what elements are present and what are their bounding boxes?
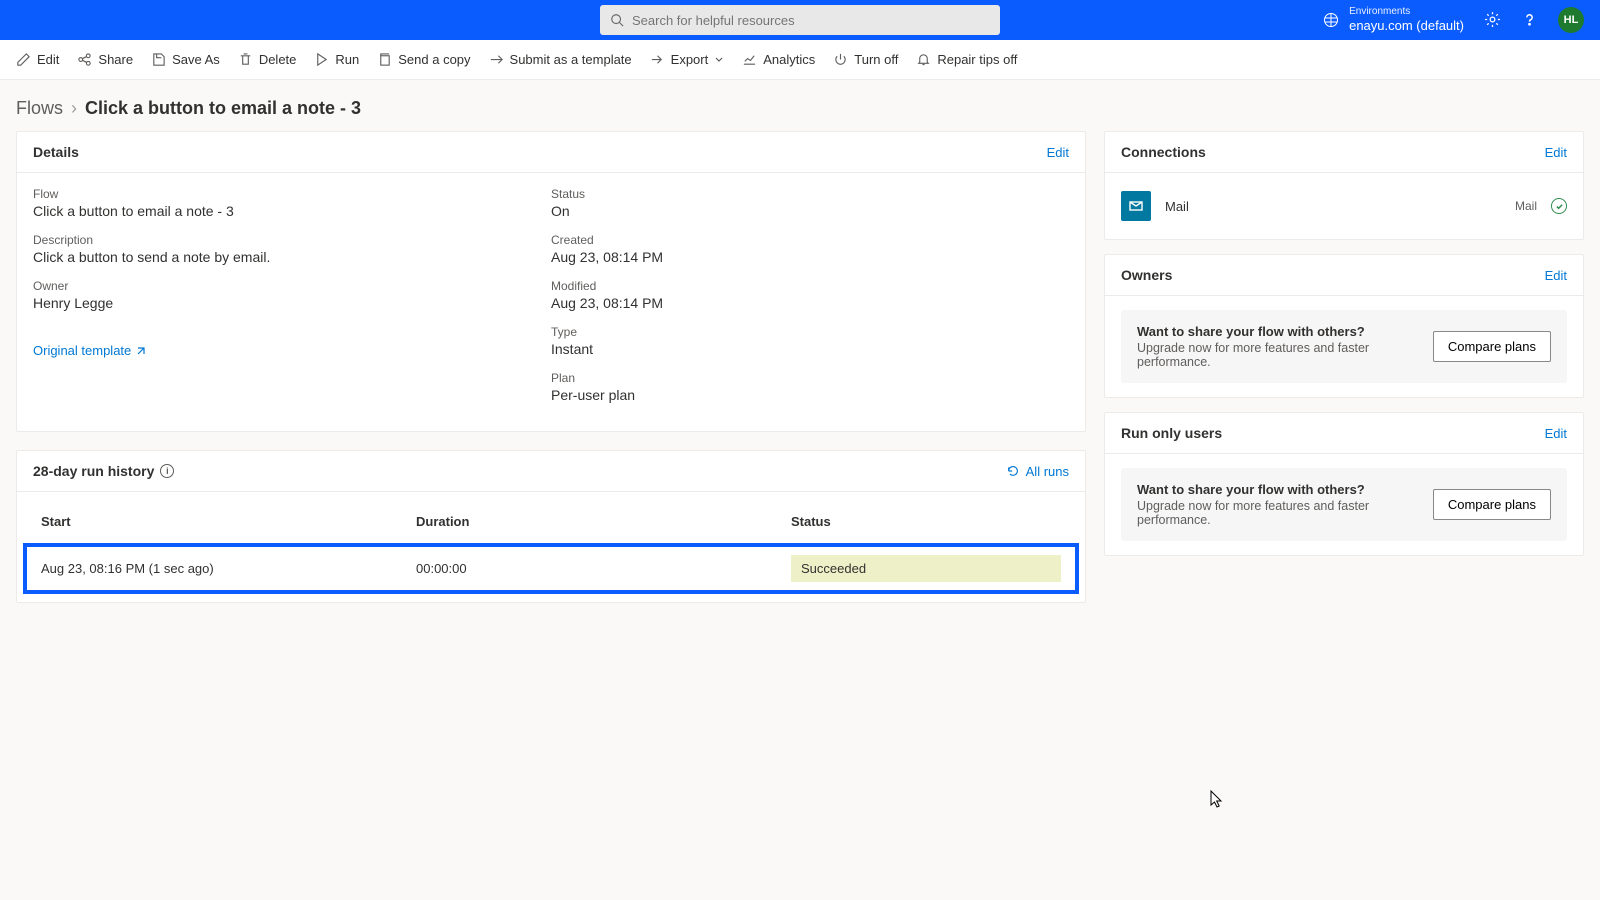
help-icon[interactable] — [1521, 11, 1538, 28]
submit-icon — [489, 52, 504, 67]
created-value: Aug 23, 08:14 PM — [551, 249, 1069, 265]
export-button[interactable]: Export — [650, 52, 725, 67]
run-only-promo: Want to share your flow with others? Upg… — [1121, 468, 1567, 541]
owners-promo: Want to share your flow with others? Upg… — [1121, 310, 1567, 383]
copy-icon — [377, 52, 392, 67]
delete-button[interactable]: Delete — [238, 52, 297, 67]
owners-edit-link[interactable]: Edit — [1545, 268, 1567, 283]
info-icon[interactable]: i — [160, 464, 174, 478]
run-history-title: 28-day run history i — [33, 463, 174, 479]
top-app-bar: Environments enayu.com (default) HL — [0, 0, 1600, 40]
chevron-down-icon — [714, 55, 724, 65]
original-template-link[interactable]: Original template — [33, 343, 147, 358]
edit-button[interactable]: Edit — [16, 52, 59, 67]
plan-label: Plan — [551, 371, 1069, 385]
share-icon — [77, 52, 92, 67]
environment-picker[interactable]: Environments enayu.com (default) — [1323, 5, 1464, 35]
run-status-succeeded: Succeeded — [791, 555, 1061, 582]
save-icon — [151, 52, 166, 67]
breadcrumb-root[interactable]: Flows — [16, 98, 63, 119]
connection-name: Mail — [1165, 199, 1501, 214]
chart-icon — [742, 52, 757, 67]
connections-edit-link[interactable]: Edit — [1545, 145, 1567, 160]
share-button[interactable]: Share — [77, 52, 133, 67]
details-card: Details Edit Flow Click a button to emai… — [16, 131, 1086, 432]
export-icon — [650, 52, 665, 67]
status-label: Status — [551, 187, 1069, 201]
status-ok-icon — [1551, 198, 1567, 214]
user-avatar[interactable]: HL — [1558, 7, 1584, 33]
search-icon — [610, 13, 624, 27]
col-start-header: Start — [41, 514, 416, 529]
plan-value: Per-user plan — [551, 387, 1069, 403]
owners-title: Owners — [1121, 267, 1172, 283]
owners-promo-title: Want to share your flow with others? — [1137, 324, 1417, 339]
run-only-compare-plans-button[interactable]: Compare plans — [1433, 489, 1551, 520]
turn-off-button[interactable]: Turn off — [833, 52, 898, 67]
col-duration-header: Duration — [416, 514, 791, 529]
run-duration-value: 00:00:00 — [416, 561, 791, 576]
search-box[interactable] — [600, 5, 1000, 35]
run-only-promo-title: Want to share your flow with others? — [1137, 482, 1417, 497]
breadcrumb-current: Click a button to email a note - 3 — [85, 98, 361, 119]
mouse-cursor-icon — [1210, 790, 1226, 810]
owners-promo-desc: Upgrade now for more features and faster… — [1137, 341, 1417, 369]
owners-compare-plans-button[interactable]: Compare plans — [1433, 331, 1551, 362]
command-bar: Edit Share Save As Delete Run Send a cop… — [0, 40, 1600, 80]
refresh-icon — [1006, 464, 1020, 478]
run-history-card: 28-day run history i All runs Start Dura… — [16, 450, 1086, 603]
play-icon — [314, 52, 329, 67]
submit-template-button[interactable]: Submit as a template — [489, 52, 632, 67]
description-label: Description — [33, 233, 551, 247]
run-history-columns: Start Duration Status — [17, 492, 1085, 539]
run-only-promo-desc: Upgrade now for more features and faster… — [1137, 499, 1417, 527]
power-icon — [833, 52, 848, 67]
all-runs-link[interactable]: All runs — [1006, 464, 1069, 479]
search-input[interactable] — [632, 13, 990, 28]
type-value: Instant — [551, 341, 1069, 357]
col-status-header: Status — [791, 514, 1061, 529]
run-only-edit-link[interactable]: Edit — [1545, 426, 1567, 441]
modified-label: Modified — [551, 279, 1069, 293]
run-button[interactable]: Run — [314, 52, 359, 67]
analytics-button[interactable]: Analytics — [742, 52, 815, 67]
run-start-value: Aug 23, 08:16 PM (1 sec ago) — [41, 561, 416, 576]
created-label: Created — [551, 233, 1069, 247]
environment-icon — [1323, 12, 1339, 28]
flow-value: Click a button to email a note - 3 — [33, 203, 551, 219]
flow-label: Flow — [33, 187, 551, 201]
details-title: Details — [33, 144, 79, 160]
chevron-right-icon: › — [71, 98, 77, 119]
save-as-button[interactable]: Save As — [151, 52, 220, 67]
type-label: Type — [551, 325, 1069, 339]
modified-value: Aug 23, 08:14 PM — [551, 295, 1069, 311]
owner-label: Owner — [33, 279, 551, 293]
connection-item-mail[interactable]: Mail Mail — [1121, 187, 1567, 225]
run-only-card: Run only users Edit Want to share your f… — [1104, 412, 1584, 556]
details-edit-link[interactable]: Edit — [1047, 145, 1069, 160]
trash-icon — [238, 52, 253, 67]
send-copy-button[interactable]: Send a copy — [377, 52, 470, 67]
breadcrumb: Flows › Click a button to email a note -… — [0, 80, 1600, 131]
environment-name: enayu.com (default) — [1349, 18, 1464, 35]
repair-tips-button[interactable]: Repair tips off — [916, 52, 1017, 67]
run-only-title: Run only users — [1121, 425, 1222, 441]
status-value: On — [551, 203, 1069, 219]
owners-card: Owners Edit Want to share your flow with… — [1104, 254, 1584, 398]
topbar-right: Environments enayu.com (default) HL — [1323, 5, 1584, 35]
run-history-row-selected[interactable]: Aug 23, 08:16 PM (1 sec ago) 00:00:00 Su… — [23, 543, 1079, 594]
settings-icon[interactable] — [1484, 11, 1501, 28]
open-new-icon — [135, 345, 147, 357]
connections-title: Connections — [1121, 144, 1206, 160]
description-value: Click a button to send a note by email. — [33, 249, 551, 265]
owner-value: Henry Legge — [33, 295, 551, 311]
connection-type: Mail — [1515, 199, 1537, 213]
mail-icon — [1121, 191, 1151, 221]
environment-label: Environments — [1349, 5, 1464, 18]
bell-icon — [916, 52, 931, 67]
pencil-icon — [16, 52, 31, 67]
connections-card: Connections Edit Mail Mail — [1104, 131, 1584, 240]
